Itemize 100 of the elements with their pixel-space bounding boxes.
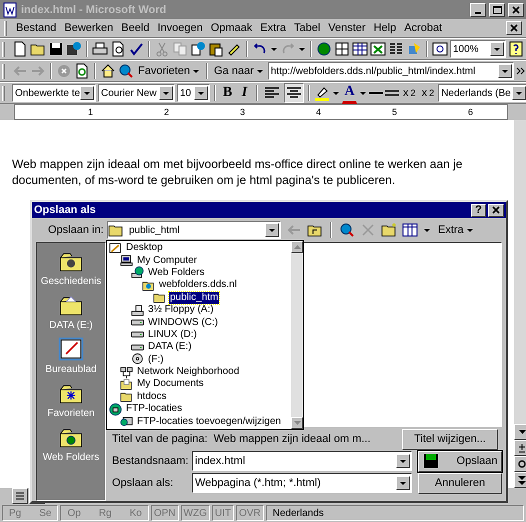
dropdown-arrow-icon[interactable] — [268, 226, 276, 234]
tree-item[interactable]: (F:) — [147, 354, 165, 366]
home-icon[interactable] — [100, 63, 116, 79]
new-folder-icon[interactable] — [381, 222, 397, 238]
help-button[interactable]: ? — [471, 204, 486, 216]
highlighter-icon[interactable] — [314, 85, 330, 101]
menu-item[interactable]: Help — [370, 21, 400, 35]
style-dropdown[interactable]: Onbewerkte te — [12, 84, 96, 102]
tree-item[interactable]: Desktop — [125, 242, 164, 254]
tree-item[interactable]: FTP-locaties toevoegen/wijzigen — [136, 416, 282, 428]
tree-item[interactable]: My Documents — [136, 378, 205, 390]
spellcheck-icon[interactable] — [128, 41, 144, 57]
tree-item[interactable]: htdocs — [136, 390, 168, 403]
caret-icon[interactable] — [466, 226, 474, 234]
help-icon[interactable] — [508, 41, 524, 57]
menu-item[interactable]: Beeld — [117, 21, 154, 35]
save-button[interactable]: Opslaan — [418, 450, 502, 472]
menu-item[interactable]: Opmaak — [206, 21, 256, 35]
dropdown-arrow-icon[interactable] — [83, 90, 91, 96]
dropdown-arrow-icon[interactable] — [515, 90, 524, 96]
vertical-scrollbar[interactable] — [514, 120, 526, 488]
dropdown-arrow-icon[interactable] — [500, 68, 509, 74]
font-dropdown[interactable]: Courier New — [98, 84, 175, 102]
tree-item[interactable]: 3½ Floppy (A:) — [147, 304, 215, 316]
tree-item[interactable]: webfolders.dds.nl — [158, 279, 238, 292]
change-title-button[interactable]: Titel wijzigen... — [402, 428, 498, 450]
font-size-dropdown[interactable]: 10 — [177, 84, 210, 102]
select-browse-button[interactable] — [514, 456, 526, 472]
caret-icon[interactable] — [359, 90, 367, 96]
browse-object-button[interactable] — [514, 440, 526, 456]
menu-item[interactable]: Venster — [324, 21, 370, 35]
go-button[interactable]: Ga naar — [212, 63, 266, 79]
tree-item[interactable]: DATA (E:) — [147, 341, 193, 354]
globe-icon[interactable] — [316, 41, 332, 57]
tree-item[interactable]: Network Neighborhood — [136, 366, 240, 378]
menu-item[interactable]: Bewerken — [60, 21, 118, 35]
close-button[interactable] — [508, 2, 524, 16]
paste-icon[interactable] — [208, 41, 224, 57]
spreadsheet-icon[interactable] — [370, 41, 386, 57]
menu-item[interactable]: Extra — [256, 21, 290, 35]
close-button[interactable] — [488, 204, 504, 216]
print-preview-icon[interactable] — [110, 41, 126, 57]
search-web-icon[interactable] — [339, 222, 355, 238]
refresh-icon[interactable] — [74, 63, 90, 79]
filename-field[interactable]: index.html — [192, 451, 412, 471]
caret-icon[interactable] — [423, 226, 431, 234]
save-to-web-icon[interactable] — [66, 41, 82, 57]
caret-icon[interactable] — [192, 68, 200, 74]
bold-button[interactable]: B — [220, 83, 235, 103]
caret-icon[interactable] — [270, 46, 278, 52]
zoom-dropdown[interactable]: 100% — [450, 40, 506, 58]
dropdown-arrow-icon[interactable] — [162, 90, 170, 96]
address-field[interactable]: http://webfolders.dds.nl/public_html/index.html — [268, 62, 514, 80]
tree-item[interactable]: LINUX (D:) — [147, 328, 198, 341]
language-dropdown[interactable]: Nederlands (Be — [438, 84, 526, 102]
dropdown-arrow-icon[interactable] — [197, 90, 205, 96]
place-button[interactable]: Web Folders — [42, 424, 100, 463]
minimize-button[interactable] — [470, 2, 486, 16]
place-button[interactable]: Bureaublad — [45, 336, 97, 375]
place-button[interactable]: DATA (E:) — [49, 292, 93, 331]
tree-item[interactable]: WINDOWS (C:) — [147, 316, 219, 329]
favorites-button[interactable]: Favorieten — [136, 63, 202, 79]
menu-item[interactable]: Tabel — [290, 21, 324, 35]
caret-icon[interactable] — [256, 68, 264, 74]
save-as-type-dropdown[interactable]: Webpagina (*.htm; *.html) — [192, 473, 412, 493]
caret-icon[interactable] — [298, 46, 306, 52]
next-page-button[interactable] — [514, 472, 526, 488]
dropdown-arrow-icon[interactable] — [399, 458, 407, 464]
folder-dropdown-list[interactable]: Desktop My Computer Web Folders webfolders.dds.nl public_htm 3½ Floppy (A:) WINDOWS (C:) LINUX (D:) DATA (E:) (F:) Network Neighborhood My Documents htdocs FTP-locaties FTP-locaties toevoegen/wijzigen — [106, 240, 304, 430]
scroll-up-button[interactable] — [291, 241, 303, 253]
scroll-down-button[interactable] — [291, 417, 303, 429]
draw-table-icon[interactable] — [334, 41, 350, 57]
italic-button[interactable]: I — [237, 83, 252, 103]
save-in-dropdown[interactable]: public_html — [107, 221, 281, 239]
normal-view-button[interactable] — [12, 488, 28, 504]
table-icon[interactable] — [352, 41, 368, 57]
extra-button[interactable]: Extra — [436, 222, 476, 238]
hyperlink-icon[interactable] — [190, 41, 206, 57]
caret-icon[interactable] — [332, 90, 340, 96]
more-icon[interactable] — [516, 66, 526, 76]
print-icon[interactable] — [92, 41, 108, 57]
maximize-button[interactable] — [489, 2, 505, 16]
document-map-icon[interactable] — [432, 41, 448, 57]
double-line-icon[interactable] — [385, 90, 399, 96]
search-icon[interactable] — [118, 63, 134, 79]
tree-item[interactable]: FTP-locaties — [125, 403, 184, 416]
dropdown-arrow-icon[interactable] — [493, 46, 501, 52]
tree-item[interactable]: public_htm — [169, 292, 220, 304]
menu-item[interactable]: Acrobat — [400, 21, 446, 35]
views-icon[interactable] — [402, 222, 418, 238]
new-document-icon[interactable] — [12, 41, 28, 57]
place-button[interactable]: Geschiedenis — [40, 248, 102, 287]
align-button[interactable] — [284, 83, 304, 103]
menu-item[interactable]: Bestand — [12, 21, 60, 35]
tree-item[interactable]: Web Folders — [147, 266, 206, 279]
menu-item[interactable]: Invoegen — [153, 21, 207, 35]
save-icon[interactable] — [48, 41, 64, 57]
place-button[interactable]: Favorieten — [47, 380, 95, 419]
cancel-button[interactable]: Annuleren — [418, 472, 502, 494]
dropdown-scrollbar[interactable] — [291, 241, 303, 429]
